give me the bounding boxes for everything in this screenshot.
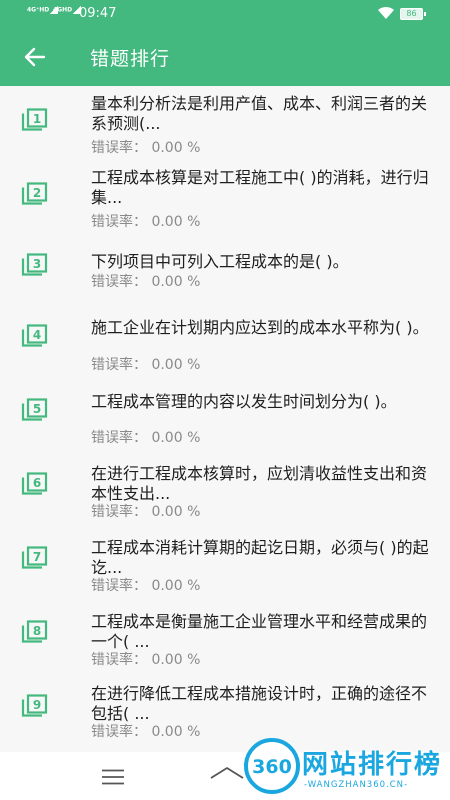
battery-icon: 86: [400, 8, 426, 20]
arrow-left-icon[interactable]: [24, 46, 46, 68]
error-rate: 错误率： 0.00 %: [91, 578, 200, 594]
watermark-url: -WANGZHAN360.CN-: [304, 780, 409, 790]
app-bar: 错题排行: [0, 28, 450, 86]
question-item[interactable]: 7 工程成本消耗计算期的起讫日期，必须与( )的起讫... 错误率： 0.00 …: [0, 536, 450, 610]
question-number-icon: 6: [21, 472, 48, 495]
question-number-icon: 1: [21, 108, 48, 131]
error-rate-value: 0.00 %: [151, 357, 201, 373]
question-text: 下列项目中可列入工程成本的是( )。: [91, 252, 349, 271]
hamburger-menu-icon[interactable]: [101, 769, 125, 785]
error-rate: 错误率： 0.00 %: [91, 724, 200, 740]
question-number: 8: [33, 624, 41, 638]
error-rate-label: 错误率：: [91, 140, 147, 156]
question-text: 工程成本核算是对工程施工中( )的消耗，进行归集...: [91, 168, 429, 207]
question-item[interactable]: 3 下列项目中可列入工程成本的是( )。 错误率： 0.00 %: [0, 240, 450, 314]
question-number: 5: [33, 402, 41, 416]
question-number-icon: 2: [21, 182, 48, 205]
status-time: 09:47: [79, 6, 117, 21]
question-item[interactable]: 8 工程成本是衡量施工企业管理水平和经营成果的一个( ... 错误率： 0.00…: [0, 610, 450, 684]
error-rate: 错误率： 0.00 %: [91, 652, 200, 668]
logo-text: 360: [252, 756, 292, 778]
question-text: 在进行工程成本核算时，应划清收益性支出和资本性支出...: [91, 464, 428, 503]
home-icon[interactable]: [209, 766, 245, 788]
question-number: 7: [33, 550, 41, 564]
watermark-name: 网站排行榜: [302, 750, 443, 780]
question-number: 1: [33, 112, 41, 126]
signal-label-2: 4GHD: [53, 6, 73, 14]
error-rate-label: 错误率：: [91, 724, 147, 740]
error-rate-value: 0.00 %: [151, 214, 201, 230]
error-rate: 错误率： 0.00 %: [91, 274, 200, 290]
question-text: 施工企业在计划期内应达到的成本水平称为( )。: [91, 318, 429, 337]
360-logo: 360: [244, 738, 300, 794]
error-rate-value: 0.00 %: [151, 652, 201, 668]
question-number: 2: [33, 186, 41, 200]
question-number-icon: 9: [21, 694, 48, 717]
error-rate-label: 错误率：: [91, 274, 147, 290]
error-rate-value: 0.00 %: [151, 724, 201, 740]
question-number-icon: 5: [21, 398, 48, 421]
question-number: 4: [33, 328, 41, 342]
question-number: 9: [33, 698, 41, 712]
question-number-icon: 8: [21, 620, 48, 643]
error-rate-label: 错误率：: [91, 430, 147, 446]
page-title: 错题排行: [90, 48, 171, 70]
error-rate-value: 0.00 %: [151, 140, 201, 156]
error-rate-label: 错误率：: [91, 357, 147, 373]
question-item[interactable]: 1 量本利分析法是利用产值、成本、利润三者的关系预测(... 错误率： 0.00…: [0, 92, 450, 166]
error-rate: 错误率： 0.00 %: [91, 140, 200, 156]
question-text: 工程成本消耗计算期的起讫日期，必须与( )的起讫...: [91, 538, 429, 577]
question-item[interactable]: 5 工程成本管理的内容以发生时间划分为( )。 错误率： 0.00 %: [0, 388, 450, 462]
signal-indicator-2: 4GHD: [53, 6, 82, 14]
error-rate: 错误率： 0.00 %: [91, 214, 200, 230]
question-text: 在进行降低工程成本措施设计时，正确的途径不包括( ...: [91, 684, 428, 723]
error-rate-label: 错误率：: [91, 578, 147, 594]
wifi-icon: [378, 6, 394, 19]
question-number-icon: 7: [21, 546, 48, 569]
question-text: 工程成本是衡量施工企业管理水平和经营成果的一个( ...: [91, 612, 428, 651]
error-rate-value: 0.00 %: [151, 274, 201, 290]
question-number-icon: 3: [21, 253, 48, 276]
question-text: 量本利分析法是利用产值、成本、利润三者的关系预测(...: [91, 94, 428, 133]
error-rate-value: 0.00 %: [151, 430, 201, 446]
question-item[interactable]: 2 工程成本核算是对工程施工中( )的消耗，进行归集... 错误率： 0.00 …: [0, 166, 450, 240]
error-rate: 错误率： 0.00 %: [91, 430, 200, 446]
signal-label-1: 4G⁺HD: [27, 6, 50, 14]
error-rate-label: 错误率：: [91, 504, 147, 520]
question-item[interactable]: 6 在进行工程成本核算时，应划清收益性支出和资本性支出... 错误率： 0.00…: [0, 462, 450, 536]
question-number: 3: [33, 257, 41, 271]
error-rate-label: 错误率：: [91, 652, 147, 668]
error-rate-label: 错误率：: [91, 214, 147, 230]
error-rate-value: 0.00 %: [151, 578, 201, 594]
status-bar: 4G⁺HD 4GHD 09:47 86: [0, 0, 450, 28]
question-item[interactable]: 4 施工企业在计划期内应达到的成本水平称为( )。 错误率： 0.00 %: [0, 314, 450, 388]
error-rate: 错误率： 0.00 %: [91, 357, 200, 373]
question-text: 工程成本管理的内容以发生时间划分为( )。: [91, 392, 397, 411]
question-number: 6: [33, 476, 41, 490]
error-rate-value: 0.00 %: [151, 504, 201, 520]
site-watermark: 360 网站排行榜 -WANGZHAN360.CN-: [244, 736, 450, 800]
question-number-icon: 4: [21, 324, 48, 347]
error-rate: 错误率： 0.00 %: [91, 504, 200, 520]
